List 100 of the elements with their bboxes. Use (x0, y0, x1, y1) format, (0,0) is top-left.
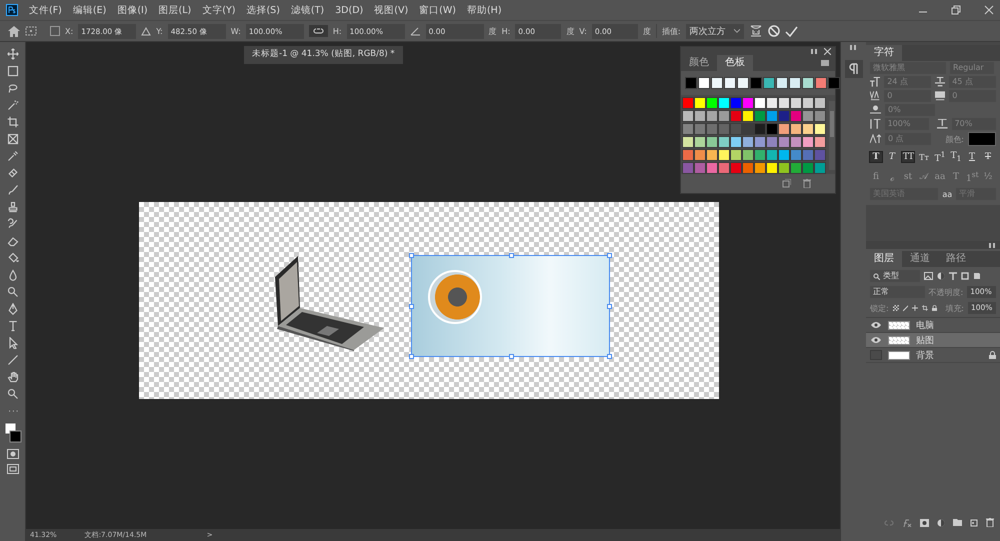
color-swatch[interactable] (694, 110, 706, 122)
transform-handle[interactable] (509, 354, 514, 359)
paragraph-panel-icon[interactable] (844, 60, 862, 78)
document-tab[interactable]: 未标题-1 @ 41.3% (贴图, RGB/8) * (244, 46, 403, 64)
color-swatch[interactable] (682, 149, 694, 161)
shape-filter-icon[interactable] (961, 272, 969, 280)
bucket-tool-icon[interactable] (6, 252, 18, 264)
layer-row[interactable]: 背景 (866, 348, 1000, 363)
layer-filter-dropdown[interactable]: 类型 (870, 270, 920, 282)
menu-item[interactable]: 视图(V) (374, 4, 408, 16)
color-swatch[interactable] (711, 77, 723, 89)
collapse-icon[interactable] (989, 242, 996, 248)
panel-tab[interactable]: 路径 (938, 251, 974, 267)
color-swatch[interactable] (706, 149, 718, 161)
color-swatch[interactable] (766, 110, 778, 122)
smart-object-filter-icon[interactable] (973, 272, 981, 280)
color-swatch[interactable] (718, 162, 730, 174)
color-swatch[interactable] (790, 149, 802, 161)
menu-item[interactable]: 滤镜(T) (290, 4, 324, 16)
color-swatch[interactable] (685, 77, 697, 89)
reference-point-icon[interactable] (25, 26, 39, 36)
menu-item[interactable]: 编辑(E) (72, 4, 106, 16)
transform-handle[interactable] (607, 354, 612, 359)
color-swatch[interactable] (730, 136, 742, 148)
type-style-button[interactable]: T$^{1}$ (934, 150, 946, 164)
lock-transparency-icon[interactable] (892, 304, 899, 312)
menu-item[interactable]: 3D(D) (335, 4, 364, 16)
folder-icon[interactable] (953, 519, 962, 526)
color-swatch[interactable] (742, 110, 754, 122)
color-swatch[interactable] (754, 149, 766, 161)
menu-item[interactable]: 帮助(H) (466, 4, 502, 16)
color-swatch[interactable] (718, 123, 730, 135)
transform-handle[interactable] (409, 304, 414, 309)
color-swatch[interactable] (698, 77, 710, 89)
color-swatch[interactable] (718, 97, 730, 109)
color-swatch[interactable] (802, 149, 814, 161)
color-swatch[interactable] (766, 123, 778, 135)
color-swatch[interactable] (776, 77, 788, 89)
pen-tool-icon[interactable] (6, 303, 18, 315)
type-style-button[interactable]: T$_{1}$ (950, 151, 962, 163)
color-swatch[interactable] (814, 136, 826, 148)
color-swatch[interactable] (754, 136, 766, 148)
stamp-tool-icon[interactable] (6, 201, 18, 213)
color-swatch[interactable] (814, 97, 826, 109)
color-swatch[interactable] (763, 77, 775, 89)
color-swatch[interactable] (706, 110, 718, 122)
color-swatch[interactable] (718, 136, 730, 148)
collapse-icon[interactable] (850, 45, 857, 50)
line-tool-icon[interactable] (6, 354, 18, 366)
add-mask-icon[interactable] (920, 518, 929, 526)
close-icon[interactable] (984, 5, 994, 15)
panel-tab[interactable]: 颜色 (681, 55, 717, 71)
color-swatch[interactable] (694, 162, 706, 174)
hand-tool-icon[interactable] (6, 371, 18, 383)
reference-point-checkbox[interactable] (50, 26, 60, 36)
color-swatch[interactable] (778, 110, 790, 122)
color-swatch[interactable] (815, 77, 827, 89)
history-brush-icon[interactable] (6, 218, 18, 230)
color-swatch[interactable] (706, 123, 718, 135)
color-swatch[interactable] (790, 162, 802, 174)
brush-tool-icon[interactable] (6, 184, 18, 196)
color-swatch[interactable] (814, 149, 826, 161)
text-color-swatch[interactable] (968, 132, 996, 146)
color-swatch[interactable] (790, 97, 802, 109)
menu-item[interactable]: 窗口(W) (419, 4, 456, 16)
color-swatch[interactable] (742, 136, 754, 148)
quick-mask-icon[interactable] (6, 449, 18, 459)
crop-tool-icon[interactable] (6, 116, 18, 128)
interpolation-dropdown[interactable]: 两次立方 (686, 24, 744, 38)
menu-item[interactable]: 文字(Y) (202, 4, 236, 16)
eyedropper-icon[interactable] (6, 150, 18, 162)
panel-tab[interactable]: 字符 (866, 45, 902, 61)
color-swatch[interactable] (730, 110, 742, 122)
color-swatch[interactable] (742, 149, 754, 161)
magic-wand-icon[interactable] (6, 99, 18, 111)
panel-tab[interactable]: 图层 (866, 251, 902, 267)
color-swatch[interactable] (790, 110, 802, 122)
color-swatch[interactable] (718, 149, 730, 161)
color-swatch[interactable] (802, 123, 814, 135)
color-swatch[interactable] (790, 123, 802, 135)
color-swatch[interactable] (682, 110, 694, 122)
lock-brush-icon[interactable] (902, 304, 908, 312)
color-swatch[interactable] (778, 97, 790, 109)
color-swatch[interactable] (718, 110, 730, 122)
color-swatch[interactable] (754, 110, 766, 122)
move-tool-icon[interactable] (6, 48, 18, 60)
color-swatch[interactable] (802, 77, 814, 89)
adjustment-layer-icon[interactable] (937, 518, 945, 526)
color-swatch[interactable] (742, 123, 754, 135)
eraser-tool-icon[interactable] (6, 235, 18, 247)
menu-item[interactable]: 选择(S) (246, 4, 280, 16)
lock-artboard-icon[interactable] (922, 304, 928, 312)
color-swatch[interactable] (754, 162, 766, 174)
panel-tab[interactable]: 通道 (902, 251, 938, 267)
color-swatch[interactable] (778, 162, 790, 174)
type-style-button[interactable]: T (966, 152, 978, 162)
color-swatch[interactable] (730, 123, 742, 135)
screen-mode-icon[interactable] (6, 464, 18, 474)
transform-handle[interactable] (607, 304, 612, 309)
link-toggle[interactable] (308, 25, 328, 37)
